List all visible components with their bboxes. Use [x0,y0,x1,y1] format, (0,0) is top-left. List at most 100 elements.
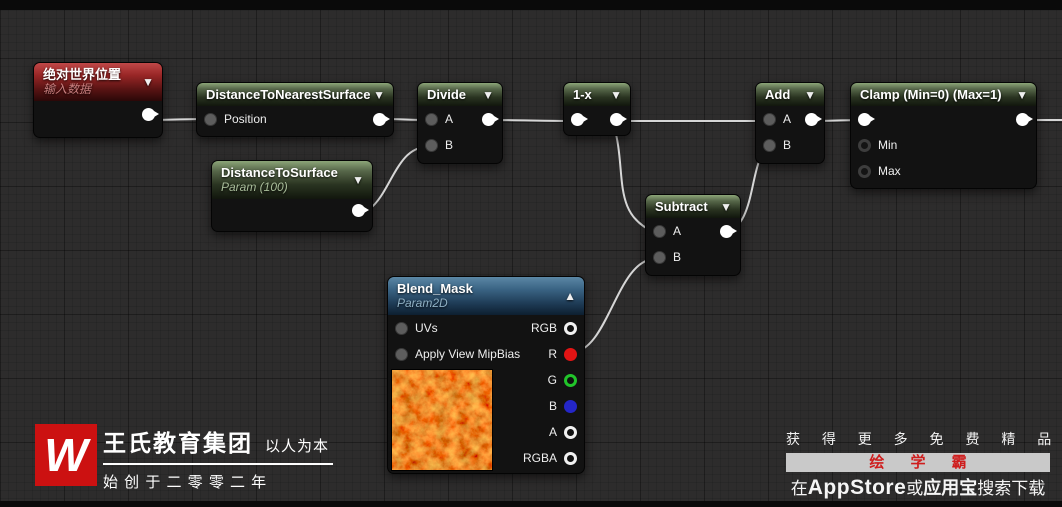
promo-line1: 获 得 更 多 免 费 精 品 教 程 [786,431,1062,447]
promo-appstore: AppStore [807,476,907,499]
output-pin-g[interactable] [564,373,577,387]
brand-watermark: 王氏教育集团 以人为本 始 创 于 二 零 零 二 年 [103,424,343,492]
pin-label: RGBA [522,451,557,465]
input-pin-a[interactable] [653,224,666,238]
pin-label: Position [224,112,267,126]
node-title: Divide [427,87,467,102]
input-pin-mipbias[interactable] [395,347,408,361]
node-header[interactable]: Blend_Mask Param2D ▲ [388,277,584,315]
logo-w-glyph: W [44,429,88,481]
node-header[interactable]: Subtract ▼ [646,195,740,218]
output-pin[interactable] [142,107,159,121]
collapse-arrow-icon[interactable]: ▼ [720,201,732,213]
pin-label: UVs [415,321,438,335]
input-pin-value[interactable] [858,112,875,126]
brand-divider [103,463,333,465]
promo-app-name: 绘 学 霸 [786,453,1050,472]
node-title: 1-x [573,87,592,102]
node-distance-to-surface[interactable]: DistanceToSurface Param (100) ▼ [211,160,373,232]
input-pin-a[interactable] [763,112,776,126]
collapse-arrow-icon[interactable]: ▼ [610,89,622,101]
collapse-arrow-icon[interactable]: ▼ [482,89,494,101]
node-clamp[interactable]: Clamp (Min=0) (Max=1) ▼ Min Max [850,82,1037,189]
output-pin[interactable] [352,203,369,217]
pin-label: R [548,347,557,361]
node-title: Add [765,87,791,102]
node-title: Subtract [655,199,708,214]
collapse-arrow-icon[interactable]: ▼ [1016,89,1028,101]
output-pin[interactable] [610,112,627,126]
output-pin[interactable] [373,112,390,126]
promo-seg: 搜索下载 [977,479,1046,498]
node-divide[interactable]: Divide ▼ A B [417,82,503,164]
node-header[interactable]: Add ▼ [756,83,824,106]
collapse-arrow-icon[interactable]: ▼ [352,174,364,186]
input-pin-b[interactable] [425,138,438,152]
brand-tagline: 始 创 于 二 零 零 二 年 [103,474,268,491]
pin-label: B [783,138,792,152]
collapse-arrow-icon[interactable]: ▼ [804,89,816,101]
node-header[interactable]: 1-x ▼ [564,83,630,106]
node-title: DistanceToSurface [221,165,338,180]
output-pin[interactable] [1016,112,1033,126]
collapse-arrow-icon[interactable]: ▼ [142,76,154,88]
promo-watermark: 获 得 更 多 免 费 精 品 教 程 绘 学 霸 在AppStore或应用宝搜… [786,429,1062,500]
node-title: DistanceToNearestSurface [206,87,371,102]
output-pin-r[interactable] [564,347,577,361]
pin-label: B [445,138,454,152]
brand-logo: W [35,424,97,486]
node-subtitle: Param2D [397,296,448,310]
input-pin-b[interactable] [653,250,666,264]
node-subtract[interactable]: Subtract ▼ A B [645,194,741,276]
node-subtitle: Param (100) [221,180,288,194]
node-title: Clamp (Min=0) (Max=1) [860,87,1002,102]
node-title: 绝对世界位置 [43,67,122,82]
bottom-letterbox-bar [0,501,1062,507]
node-header[interactable]: DistanceToSurface Param (100) ▼ [212,161,372,199]
input-pin-a[interactable] [425,112,438,126]
output-pin[interactable] [482,112,499,126]
collapse-arrow-icon[interactable]: ▲ [564,290,576,302]
input-pin-min[interactable] [858,138,871,152]
node-blend-mask[interactable]: Blend_Mask Param2D ▲ UVs RGB Apply View … [387,276,585,474]
top-letterbox-bar [0,0,1062,10]
node-add[interactable]: Add ▼ A B [755,82,825,164]
promo-seg: 或 [906,479,924,498]
node-header[interactable]: 绝对世界位置 输入数据 ▼ [34,63,162,101]
node-header[interactable]: Divide ▼ [418,83,502,106]
output-pin[interactable] [805,112,823,126]
pin-label: RGB [530,321,557,335]
collapse-arrow-icon[interactable]: ▼ [373,89,385,101]
pin-label: B [673,250,682,264]
promo-yingyongbao: 应用宝 [923,478,978,498]
output-pin-rgb[interactable] [564,321,577,335]
input-pin-b[interactable] [763,138,776,152]
node-one-minus-x[interactable]: 1-x ▼ [563,82,631,136]
output-pin-a[interactable] [564,425,577,439]
input-pin-max[interactable] [858,164,871,178]
pin-label: A [673,224,682,238]
node-header[interactable]: Clamp (Min=0) (Max=1) ▼ [851,83,1036,106]
output-pin-rgba[interactable] [564,451,577,465]
input-pin-uvs[interactable] [395,321,408,335]
node-header[interactable]: DistanceToNearestSurface ▼ [197,83,393,106]
pin-label: A [445,112,454,126]
input-pin[interactable] [571,112,588,126]
material-graph-canvas[interactable]: 绝对世界位置 输入数据 ▼ DistanceToNearestSurface ▼… [0,0,1062,507]
pin-label: A [783,112,792,126]
brand-name: 王氏教育集团 [103,430,253,456]
brand-slogan: 以人为本 [265,438,330,455]
pin-label: G [547,373,557,387]
fire-texture-preview[interactable] [391,369,493,471]
promo-line3: 在AppStore或应用宝搜索下载 [786,474,1050,500]
output-pin[interactable] [720,224,737,238]
node-subtitle: 输入数据 [43,82,92,96]
pin-label: A [548,425,557,439]
pin-label: Max [878,164,901,178]
pin-label: Min [878,138,898,152]
node-title: Blend_Mask [397,281,473,296]
node-absolute-world-position[interactable]: 绝对世界位置 输入数据 ▼ [33,62,163,138]
input-pin-position[interactable] [204,112,217,126]
node-distance-to-nearest-surface[interactable]: DistanceToNearestSurface ▼ Position [196,82,394,137]
output-pin-b[interactable] [564,399,577,413]
